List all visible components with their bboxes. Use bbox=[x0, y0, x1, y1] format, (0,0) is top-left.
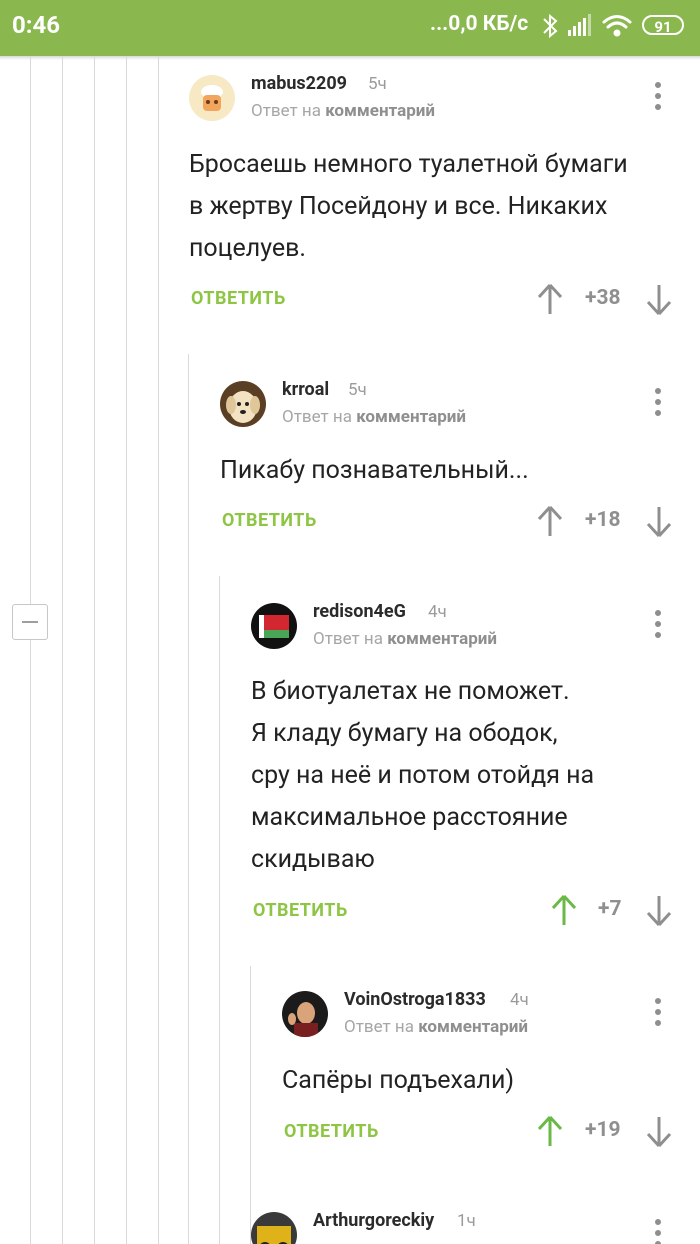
comment-line: в жертву Посейдону и все. Никаких bbox=[189, 192, 608, 221]
reply-to-link[interactable]: комментарий bbox=[356, 407, 466, 427]
username[interactable]: redison4eG bbox=[313, 601, 406, 622]
reply-to-link[interactable]: комментарий bbox=[325, 101, 435, 121]
comment-body: Сапёры подъехали) bbox=[282, 1060, 514, 1102]
signal-icons bbox=[543, 13, 632, 39]
comment-body: Бросаешь немного туалетной бумаги в жерт… bbox=[189, 144, 628, 270]
more-options-icon[interactable] bbox=[655, 610, 663, 643]
comment: VoinOstroga1833 4ч Ответ на комментарий … bbox=[282, 978, 700, 1178]
comment-time: 5ч bbox=[368, 74, 387, 94]
reply-prefix: Ответ на bbox=[282, 407, 352, 427]
reply-button[interactable]: ОТВЕТИТЬ bbox=[284, 1121, 379, 1142]
thread-line bbox=[62, 56, 63, 1244]
reply-to: Ответ на комментарий bbox=[251, 101, 435, 121]
thread-line bbox=[219, 576, 220, 1244]
username[interactable]: Arthurgoreckiy bbox=[313, 1210, 434, 1231]
comment: redison4eG 4ч Ответ на комментарий В био… bbox=[251, 588, 700, 958]
comment-line: Я кладу бумагу на ободок, bbox=[251, 719, 558, 748]
more-options-icon[interactable] bbox=[655, 82, 663, 115]
network-speed: ...0,0 КБ/с bbox=[430, 12, 529, 36]
more-options-icon[interactable] bbox=[655, 1219, 663, 1244]
username[interactable]: mabus2209 bbox=[251, 73, 347, 94]
reply-button[interactable]: ОТВЕТИТЬ bbox=[222, 510, 317, 531]
comment-line: скидываю bbox=[251, 845, 375, 874]
thread-line bbox=[30, 56, 31, 1244]
reply-to: Ответ на комментарий bbox=[282, 407, 466, 427]
comment-line: Сапёры подъехали) bbox=[282, 1066, 515, 1095]
comment-line: поцелуев. bbox=[189, 234, 307, 263]
downvote-icon[interactable] bbox=[646, 1115, 672, 1147]
minus-icon bbox=[22, 621, 38, 623]
rating: +38 bbox=[585, 286, 621, 310]
chef-avatar-image bbox=[201, 85, 223, 111]
upvote-icon[interactable] bbox=[537, 1115, 563, 1147]
avatar[interactable] bbox=[251, 603, 297, 649]
comment-line: Пикабу познавательный... bbox=[220, 456, 529, 485]
dog-avatar-image bbox=[226, 391, 260, 423]
wifi-icon bbox=[602, 15, 632, 37]
downvote-icon[interactable] bbox=[646, 283, 672, 315]
comment-time: 4ч bbox=[428, 602, 447, 622]
comment: mabus2209 5ч Ответ на комментарий Бросае… bbox=[189, 60, 700, 350]
reply-prefix: Ответ на bbox=[344, 1017, 414, 1037]
rating: +19 bbox=[585, 1118, 621, 1142]
upvote-icon[interactable] bbox=[551, 894, 577, 926]
comment-time: 1ч bbox=[457, 1211, 476, 1231]
status-bar: 0:46 ...0,0 КБ/с 91 bbox=[0, 0, 700, 56]
thread-line bbox=[188, 354, 189, 1244]
reply-to-link[interactable]: комментарий bbox=[418, 1017, 528, 1037]
comment-line: Бросаешь немного туалетной бумаги bbox=[189, 150, 628, 179]
upvote-icon[interactable] bbox=[537, 283, 563, 315]
collapse-thread-button[interactable] bbox=[12, 604, 48, 640]
comment-body: В биотуалетах не поможет. Я кладу бумагу… bbox=[251, 671, 594, 881]
avatar[interactable] bbox=[220, 381, 266, 427]
reply-to-link[interactable]: комментарий bbox=[387, 629, 497, 649]
avatar[interactable] bbox=[189, 75, 235, 121]
avatar[interactable] bbox=[251, 1212, 297, 1244]
thread-line bbox=[158, 56, 159, 1244]
comment-line: максимальное расстояние bbox=[251, 803, 568, 832]
more-options-icon[interactable] bbox=[655, 998, 663, 1031]
reply-prefix: Ответ на bbox=[251, 101, 321, 121]
downvote-icon[interactable] bbox=[646, 894, 672, 926]
comment: Arthurgoreckiy 1ч bbox=[251, 1200, 700, 1244]
bluetooth-icon bbox=[543, 13, 558, 39]
downvote-icon[interactable] bbox=[646, 505, 672, 537]
portrait-avatar-image bbox=[288, 1002, 318, 1037]
cell-signal-icon bbox=[568, 14, 591, 36]
thread-line bbox=[126, 56, 127, 1244]
machine-avatar-image bbox=[257, 1226, 291, 1244]
comment: krroal 5ч Ответ на комментарий Пикабу по… bbox=[220, 366, 700, 566]
battery-icon: 91 bbox=[642, 15, 684, 36]
upvote-icon[interactable] bbox=[537, 505, 563, 537]
reply-prefix: Ответ на bbox=[313, 629, 383, 649]
comment-body: Пикабу познавательный... bbox=[220, 450, 529, 492]
clock: 0:46 bbox=[12, 11, 61, 39]
avatar[interactable] bbox=[282, 991, 328, 1037]
rating: +7 bbox=[598, 897, 622, 921]
comment-line: В биотуалетах не поможет. bbox=[251, 677, 570, 706]
more-options-icon[interactable] bbox=[655, 388, 663, 421]
reply-button[interactable]: ОТВЕТИТЬ bbox=[253, 900, 348, 921]
belarus-flag-avatar-image bbox=[259, 615, 289, 638]
reply-to: Ответ на комментарий bbox=[313, 629, 497, 649]
username[interactable]: VoinOstroga1833 bbox=[344, 989, 486, 1010]
rating: +18 bbox=[585, 508, 621, 532]
reply-button[interactable]: ОТВЕТИТЬ bbox=[191, 288, 286, 309]
reply-to: Ответ на комментарий bbox=[344, 1017, 528, 1037]
comment-time: 5ч bbox=[348, 380, 367, 400]
username[interactable]: krroal bbox=[282, 379, 329, 400]
thread-line bbox=[94, 56, 95, 1244]
comment-line: сру на неё и потом отойдя на bbox=[251, 761, 595, 790]
comment-time: 4ч bbox=[510, 990, 529, 1010]
